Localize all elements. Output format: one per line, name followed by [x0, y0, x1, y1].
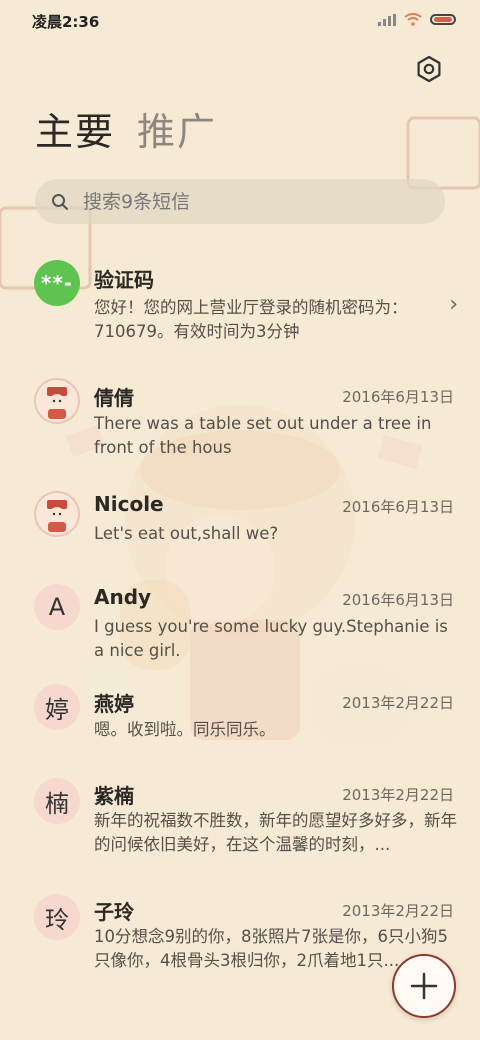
message-sender: 燕婷 — [94, 692, 134, 716]
search-icon — [52, 193, 68, 210]
status-icons — [378, 13, 456, 26]
message-item-verification[interactable]: **- 验证码 您好！您的网上营业厅登录的随机密码为：710679。有效时间为3… — [0, 246, 480, 358]
message-date: 2016年6月13日 — [342, 498, 454, 516]
message-date: 2013年2月22日 — [342, 786, 454, 804]
message-preview: 新年的祝福数不胜数，新年的愿望好多好多，新年的问候依旧美好，在这个温馨的时刻，.… — [94, 811, 457, 854]
signal-icon — [378, 13, 396, 26]
message-item-andy[interactable]: A Andy 2016年6月13日 I guess you're some lu… — [0, 564, 480, 680]
search-bar[interactable] — [35, 179, 445, 224]
message-preview: 嗯。收到啦。同乐同乐。 — [94, 720, 276, 739]
tab-primary[interactable]: 主要 — [35, 108, 115, 156]
avatar: A — [34, 584, 80, 630]
battery-icon — [430, 14, 456, 25]
search-input[interactable] — [81, 189, 415, 214]
message-item-nicole[interactable]: Nicole 2016年6月13日 Let's eat out,shall we… — [0, 472, 480, 564]
message-sender: 倩倩 — [94, 386, 134, 410]
message-preview: Let's eat out,shall we? — [94, 524, 279, 543]
message-preview: I guess you're some lucky guy.Stephanie … — [94, 617, 448, 660]
chevron-right-icon[interactable]: › — [449, 292, 458, 317]
message-date: 2013年2月22日 — [342, 902, 454, 920]
plus-icon — [410, 972, 438, 1000]
caishen-avatar-image — [47, 500, 67, 532]
avatar — [34, 491, 80, 537]
message-sender: 紫楠 — [94, 784, 134, 808]
status-time: 凌晨2:36 — [32, 13, 100, 31]
message-item-yanting[interactable]: 婷 燕婷 2013年2月22日 嗯。收到啦。同乐同乐。 — [0, 680, 480, 774]
wifi-icon — [404, 13, 422, 26]
new-message-button[interactable] — [392, 954, 456, 1018]
message-date: 2016年6月13日 — [342, 591, 454, 609]
avatar: **- — [34, 260, 80, 306]
message-sender: 验证码 — [94, 268, 154, 292]
settings-icon[interactable] — [414, 54, 444, 84]
message-sender: Nicole — [94, 492, 164, 516]
status-bar: 凌晨2:36 — [0, 0, 480, 42]
message-date: 2013年2月22日 — [342, 694, 454, 712]
message-sender: 子玲 — [94, 900, 134, 924]
message-item-zinan[interactable]: 楠 紫楠 2013年2月22日 新年的祝福数不胜数，新年的愿望好多好多，新年的问… — [0, 774, 480, 894]
message-date: 2016年6月13日 — [342, 388, 454, 406]
message-preview: There was a table set out under a tree i… — [94, 414, 432, 457]
message-list: **- 验证码 您好！您的网上营业厅登录的随机密码为：710679。有效时间为3… — [0, 246, 480, 1004]
message-sender: Andy — [94, 585, 152, 609]
avatar: 楠 — [34, 778, 80, 824]
avatar: 婷 — [34, 684, 80, 730]
caishen-avatar-image — [47, 387, 67, 419]
tab-promotions[interactable]: 推广 — [137, 108, 217, 156]
avatar — [34, 378, 80, 424]
tab-bar: 主要 推广 — [35, 108, 217, 156]
message-preview: 您好！您的网上营业厅登录的随机密码为：710679。有效时间为3分钟 — [94, 298, 408, 341]
message-item-qianqian[interactable]: 倩倩 2016年6月13日 There was a table set out … — [0, 358, 480, 472]
avatar: 玲 — [34, 894, 80, 940]
